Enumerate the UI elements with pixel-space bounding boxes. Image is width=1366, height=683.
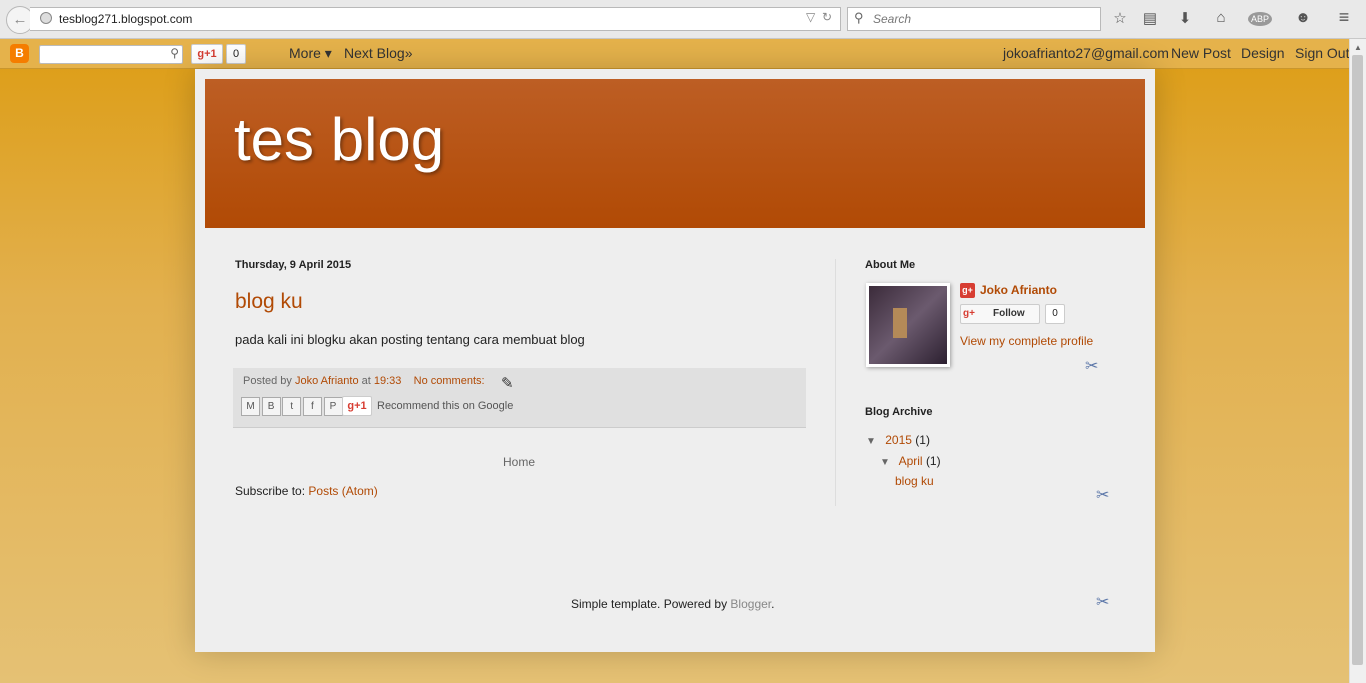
archive-year-row: ▼ 2015 (1) [866, 433, 930, 447]
blogger-share-icon[interactable]: B [261, 397, 281, 416]
post-meta: Posted by Joko Afrianto at 19:33 No comm… [243, 375, 485, 387]
search-icon: ⚲ [854, 10, 864, 25]
download-icon[interactable]: ⬇ [1175, 9, 1195, 27]
design-link[interactable]: Design [1241, 45, 1285, 61]
archive-month-link[interactable]: April [899, 454, 923, 468]
gplus-profile-icon: g+ [960, 283, 975, 298]
adblock-icon[interactable]: ABP [1248, 12, 1272, 26]
search-icon[interactable]: ⚲ [170, 46, 179, 60]
post-body: pada kali ini blogku akan posting tentan… [235, 332, 585, 347]
account-email[interactable]: jokoafrianto27@gmail.com [1003, 45, 1169, 61]
author-link[interactable]: Joko Afrianto [295, 375, 359, 387]
browser-toolbar: ← tesblog271.blogspot.com ▽ ↻ ⚲ Search ☆… [0, 0, 1366, 39]
posts-atom-link[interactable]: Posts (Atom) [308, 484, 377, 498]
blog-page: tes blog Thursday, 9 April 2015 blog ku … [195, 69, 1155, 652]
menu-icon[interactable]: ≡ [1334, 7, 1354, 28]
at-label: at [361, 375, 371, 387]
expand-triangle-icon[interactable]: ▼ [880, 457, 890, 468]
blog-search-input[interactable]: ⚲ [39, 45, 183, 64]
post-date: Thursday, 9 April 2015 [235, 259, 352, 271]
share-buttons: M B t f P [241, 397, 343, 417]
archive-month-count: (1) [925, 454, 941, 468]
pinterest-share-icon[interactable]: P [323, 397, 343, 416]
column-divider [835, 259, 836, 506]
archive-month-row: ▼ April (1) [880, 454, 941, 468]
scroll-up-icon[interactable]: ▲ [1354, 43, 1362, 52]
powered-text: Simple template. Powered by [571, 597, 728, 611]
gplus-icon: g+ [963, 308, 975, 319]
follow-label: Follow [993, 308, 1025, 319]
post-title[interactable]: blog ku [235, 290, 303, 314]
search-placeholder: Search [873, 12, 912, 26]
powered-by: Simple template. Powered by Blogger. [571, 597, 774, 611]
archive-year-link[interactable]: 2015 [885, 433, 912, 447]
gplus-button[interactable]: g+1 [191, 44, 223, 64]
scrollbar[interactable]: ▲ [1349, 39, 1366, 683]
blogger-link[interactable]: Blogger [730, 597, 771, 611]
browser-search-input[interactable]: ⚲ Search [847, 7, 1101, 31]
globe-icon [40, 12, 52, 24]
subscribe-label: Subscribe to: [235, 484, 306, 498]
gplus-share-button[interactable]: g+1 [342, 396, 372, 416]
follow-count: 0 [1045, 304, 1065, 324]
sign-out-link[interactable]: Sign Out [1295, 45, 1349, 61]
new-post-link[interactable]: New Post [1171, 45, 1231, 61]
post-time-link[interactable]: 19:33 [374, 375, 402, 387]
blog-header: tes blog [205, 79, 1145, 228]
powered-suffix: . [771, 597, 775, 611]
edit-gadget-icon[interactable]: ✂ [1096, 592, 1109, 612]
subscribe-line: Subscribe to: Posts (Atom) [235, 484, 378, 498]
profile-avatar[interactable] [866, 283, 950, 367]
profile-name-link[interactable]: Joko Afrianto [980, 283, 1057, 297]
archive-post-row: blog ku [895, 474, 934, 488]
chat-icon[interactable]: ☻ [1293, 9, 1313, 26]
recommend-text: Recommend this on Google [377, 400, 514, 412]
next-blog-link[interactable]: Next Blog» [344, 45, 412, 61]
more-menu[interactable]: More ▾ [289, 45, 332, 62]
reload-icon[interactable]: ↻ [822, 10, 832, 24]
edit-gadget-icon[interactable]: ✂ [1096, 485, 1109, 505]
comments-link[interactable]: No comments: [414, 375, 485, 387]
home-link[interactable]: Home [503, 455, 535, 469]
archive-year-count: (1) [915, 433, 930, 447]
follow-button[interactable]: g+ Follow [960, 304, 1040, 324]
dropdown-arrow-icon[interactable]: ▽ [806, 10, 815, 24]
reading-list-icon[interactable]: ▤ [1140, 9, 1160, 27]
archive-post-link[interactable]: blog ku [895, 474, 934, 488]
about-me-heading: About Me [865, 259, 916, 271]
blogger-logo-icon[interactable]: B [10, 44, 29, 63]
edit-pencil-icon[interactable]: ✎ [501, 374, 514, 392]
blog-title[interactable]: tes blog [234, 105, 444, 174]
view-profile-link[interactable]: View my complete profile [960, 334, 1093, 348]
email-share-icon[interactable]: M [241, 397, 260, 416]
address-bar[interactable]: tesblog271.blogspot.com ▽ ↻ [30, 7, 841, 31]
facebook-share-icon[interactable]: f [302, 397, 322, 416]
blog-archive-heading: Blog Archive [865, 406, 933, 418]
expand-triangle-icon[interactable]: ▼ [866, 436, 876, 447]
edit-gadget-icon[interactable]: ✂ [1085, 356, 1098, 376]
url-text[interactable]: tesblog271.blogspot.com [59, 12, 192, 26]
home-icon[interactable]: ⌂ [1211, 9, 1231, 26]
twitter-share-icon[interactable]: t [282, 397, 302, 416]
avatar-image [869, 286, 947, 364]
posted-by-label: Posted by [243, 375, 292, 387]
scrollbar-thumb[interactable] [1352, 55, 1363, 665]
post-footer: Posted by Joko Afrianto at 19:33 No comm… [233, 368, 806, 428]
back-arrow-icon: ← [12, 11, 28, 28]
danbo-figure [893, 308, 907, 338]
blogger-navbar: B ⚲ g+1 0 More ▾ Next Blog» jokoafrianto… [0, 39, 1350, 69]
gplus-count: 0 [226, 44, 246, 64]
bookmark-star-icon[interactable]: ☆ [1110, 9, 1130, 27]
